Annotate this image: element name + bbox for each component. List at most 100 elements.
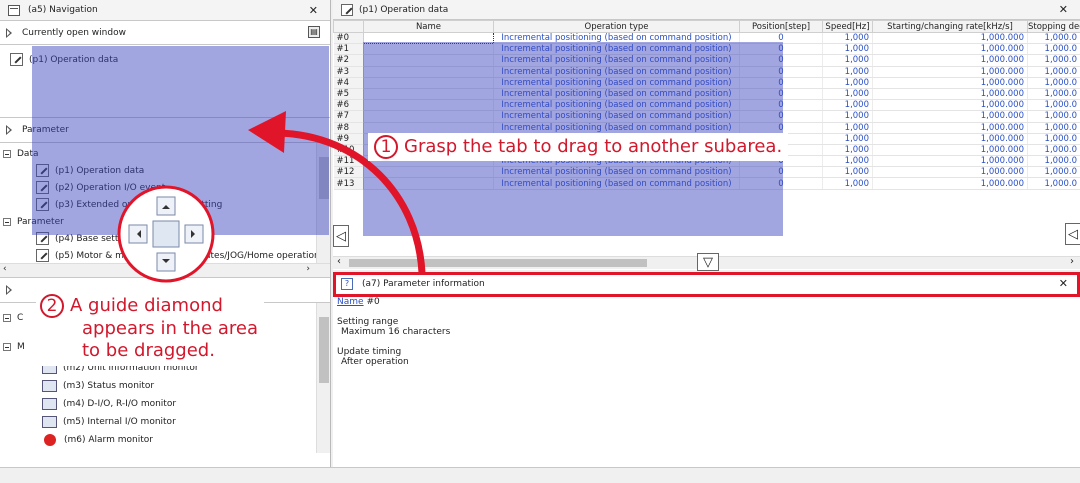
stopping-decel-cell[interactable]: 1,000.0 xyxy=(1027,43,1080,56)
rate-cell[interactable]: 1,000.000 xyxy=(872,77,1028,89)
tree-item-label: (m4) D-I/O, R-I/O monitor xyxy=(63,399,177,409)
dragged-tab-highlight xyxy=(333,272,1080,297)
callout-text: Grasp the tab to drag to another subarea… xyxy=(404,136,783,157)
column-header[interactable]: Speed[Hz] xyxy=(822,20,873,33)
close-icon[interactable]: ✕ xyxy=(309,4,318,17)
column-header[interactable]: Name xyxy=(363,20,494,33)
stopping-decel-cell[interactable]: 1,000.0 xyxy=(1027,32,1080,45)
window-list-icon[interactable]: ▤ xyxy=(308,26,320,38)
speed-cell[interactable]: 1,000 xyxy=(822,99,873,112)
dock-bottom-button[interactable]: ▽ xyxy=(697,253,719,271)
rate-cell[interactable]: 1,000.000 xyxy=(872,133,1028,145)
name-row: Name #0 xyxy=(337,297,1080,307)
speed-cell[interactable]: 1,000 xyxy=(822,54,873,67)
row-id[interactable]: #1 xyxy=(333,43,364,56)
rate-cell[interactable]: 1,000.000 xyxy=(872,43,1028,56)
tree-node-label: C xyxy=(17,312,24,323)
column-header[interactable] xyxy=(333,20,364,33)
rate-cell[interactable]: 1,000.000 xyxy=(872,66,1028,78)
speed-cell[interactable]: 1,000 xyxy=(822,88,873,101)
stopping-decel-cell[interactable]: 1,000.0 xyxy=(1027,110,1080,123)
collapse-icon[interactable] xyxy=(3,217,11,226)
collapse-icon[interactable] xyxy=(3,149,11,158)
navigation-tab[interactable]: (a5) Navigation ✕ xyxy=(0,0,330,21)
stopping-decel-cell[interactable]: 1,000.0 xyxy=(1027,66,1080,78)
tree-item-m4[interactable]: (m4) D-I/O, R-I/O monitor xyxy=(0,395,330,413)
rate-cell[interactable]: 1,000.000 xyxy=(872,88,1028,101)
speed-cell[interactable]: 1,000 xyxy=(822,155,873,168)
alarm-icon xyxy=(44,434,56,446)
callout-2: 2 A guide diamond appears in the area to … xyxy=(36,292,265,366)
status-bar xyxy=(0,467,1080,483)
column-header[interactable]: Starting/changing rate[kHz/s] xyxy=(872,20,1028,33)
setting-range-value: Maximum 16 characters xyxy=(341,327,451,337)
rate-cell[interactable]: 1,000.000 xyxy=(872,155,1028,168)
speed-cell[interactable]: 1,000 xyxy=(822,144,873,157)
speed-cell[interactable]: 1,000 xyxy=(822,32,873,45)
rate-cell[interactable]: 1,000.000 xyxy=(872,144,1028,157)
name-value: #0 xyxy=(366,297,380,307)
expand-triangle-icon xyxy=(6,285,14,295)
rate-cell[interactable]: 1,000.000 xyxy=(872,166,1028,179)
name-link[interactable]: Name xyxy=(337,297,364,307)
close-icon[interactable]: ✕ xyxy=(1059,3,1068,16)
speed-cell[interactable]: 1,000 xyxy=(822,133,873,145)
stopping-decel-cell[interactable]: 1,000.0 xyxy=(1027,166,1080,179)
scroll-right-arrow[interactable]: › xyxy=(1070,256,1074,267)
stopping-decel-cell[interactable]: 1,000.0 xyxy=(1027,144,1080,157)
speed-cell[interactable]: 1,000 xyxy=(822,43,873,56)
speed-cell[interactable]: 1,000 xyxy=(822,177,873,190)
tree-item-m5[interactable]: (m5) Internal I/O monitor xyxy=(0,413,330,431)
row-id[interactable]: #3 xyxy=(333,66,364,78)
stopping-decel-cell[interactable]: 1,000.0 xyxy=(1027,133,1080,145)
collapse-icon[interactable] xyxy=(3,342,11,351)
tree-item-label: (m3) Status monitor xyxy=(63,381,155,391)
rate-cell[interactable]: 1,000.000 xyxy=(872,110,1028,123)
stopping-decel-cell[interactable]: 1,000.0 xyxy=(1027,155,1080,168)
rate-cell[interactable]: 1,000.000 xyxy=(872,54,1028,67)
stopping-decel-cell[interactable]: 1,000.0 xyxy=(1027,77,1080,89)
tree-item-m3[interactable]: (m3) Status monitor xyxy=(0,377,330,395)
internal-io-icon xyxy=(42,416,57,428)
expand-triangle-icon xyxy=(6,27,14,38)
callout-text-line: to be dragged. xyxy=(82,340,215,361)
guide-diamond-icon xyxy=(117,185,215,283)
rate-cell[interactable]: 1,000.000 xyxy=(872,122,1028,134)
rate-cell[interactable]: 1,000.000 xyxy=(872,177,1028,190)
row-id[interactable]: #5 xyxy=(333,88,364,101)
column-header[interactable]: Stopping deceler xyxy=(1027,20,1080,33)
stopping-decel-cell[interactable]: 1,000.0 xyxy=(1027,88,1080,101)
callout-number: 1 xyxy=(374,135,398,159)
speed-cell[interactable]: 1,000 xyxy=(822,166,873,179)
stopping-decel-cell[interactable]: 1,000.0 xyxy=(1027,177,1080,190)
open-window-section-header[interactable]: Currently open window ▤ xyxy=(0,21,330,45)
tree-item-m6[interactable]: (m6) Alarm monitor xyxy=(0,431,330,449)
dock-left-button[interactable]: ◁ xyxy=(333,225,349,247)
speed-cell[interactable]: 1,000 xyxy=(822,66,873,78)
operation-data-tab[interactable]: (p1) Operation data ✕ xyxy=(333,0,1080,20)
row-id[interactable]: #2 xyxy=(333,54,364,67)
callout-1: 1 Grasp the tab to drag to another subare… xyxy=(368,133,789,161)
callout-text-line: A guide diamond xyxy=(70,295,223,316)
navigation-icon xyxy=(8,4,20,16)
scroll-left-arrow[interactable]: ‹ xyxy=(3,264,7,274)
edit-icon xyxy=(36,249,49,262)
column-header[interactable]: Position[step] xyxy=(739,20,823,33)
collapse-icon[interactable] xyxy=(3,313,11,322)
tree-item-label: (m5) Internal I/O monitor xyxy=(63,417,176,427)
stopping-decel-cell[interactable]: 1,000.0 xyxy=(1027,54,1080,67)
row-id[interactable]: #0 xyxy=(333,32,364,45)
rate-cell[interactable]: 1,000.000 xyxy=(872,32,1028,45)
monitor-scrollbar[interactable] xyxy=(316,303,330,453)
rate-cell[interactable]: 1,000.000 xyxy=(872,99,1028,112)
speed-cell[interactable]: 1,000 xyxy=(822,110,873,123)
column-header[interactable]: Operation type xyxy=(493,20,740,33)
speed-cell[interactable]: 1,000 xyxy=(822,122,873,134)
scrollbar-thumb[interactable] xyxy=(319,317,329,383)
speed-cell[interactable]: 1,000 xyxy=(822,77,873,89)
callout-number: 2 xyxy=(40,294,64,318)
row-id[interactable]: #4 xyxy=(333,77,364,89)
stopping-decel-cell[interactable]: 1,000.0 xyxy=(1027,99,1080,112)
dock-right-button[interactable]: ◁ xyxy=(1065,223,1080,245)
stopping-decel-cell[interactable]: 1,000.0 xyxy=(1027,122,1080,134)
